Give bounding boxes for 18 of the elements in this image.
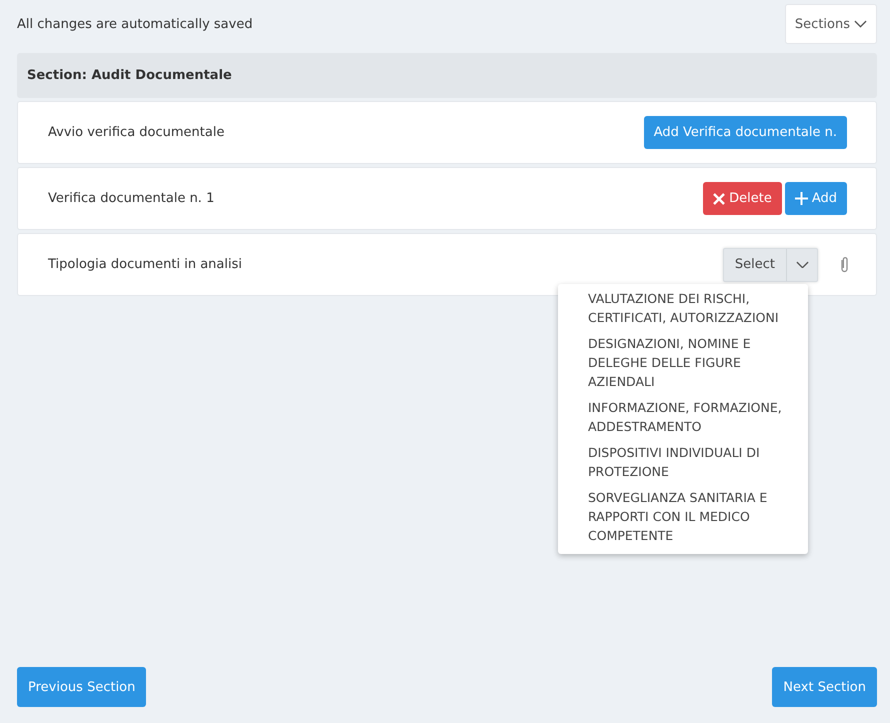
close-icon [713,192,726,204]
dropdown-option[interactable]: DISPOSITIVI INDIVIDUALI DI PROTEZIONE [558,441,808,486]
row-label: Avvio verifica documentale [48,125,224,140]
dropdown-option[interactable]: VALUTAZIONE DEI RISCHI, CERTIFICATI, AUTORIZZAZIONI [558,287,808,332]
sections-button[interactable]: Sections [784,4,877,44]
row-label: Tipologia documenti in analisi [48,257,242,272]
select-dropdown[interactable]: Select [722,248,818,282]
paperclip-icon[interactable] [840,256,849,273]
chevron-down-icon [796,260,808,268]
plus-icon [794,192,808,205]
dropdown-option[interactable]: DESIGNAZIONI, NOMINE E DELEGHE DELLE FIGURE AZIENDALI [558,332,808,396]
delete-button[interactable]: Delete [703,182,782,215]
dropdown-option[interactable]: SORVEGLIANZA SANITARIA E RAPPORTI CON IL MEDICO COMPETENTE [558,486,808,550]
chevron-down-icon [854,20,867,28]
section-title: Section: Audit Documentale [27,68,232,83]
row-label: Verifica documentale n. 1 [48,191,214,206]
dropdown-option[interactable]: INFORMAZIONE, FORMAZIONE, ADDESTRAMENTO [558,396,808,441]
autosave-status: All changes are automatically saved [17,16,253,32]
